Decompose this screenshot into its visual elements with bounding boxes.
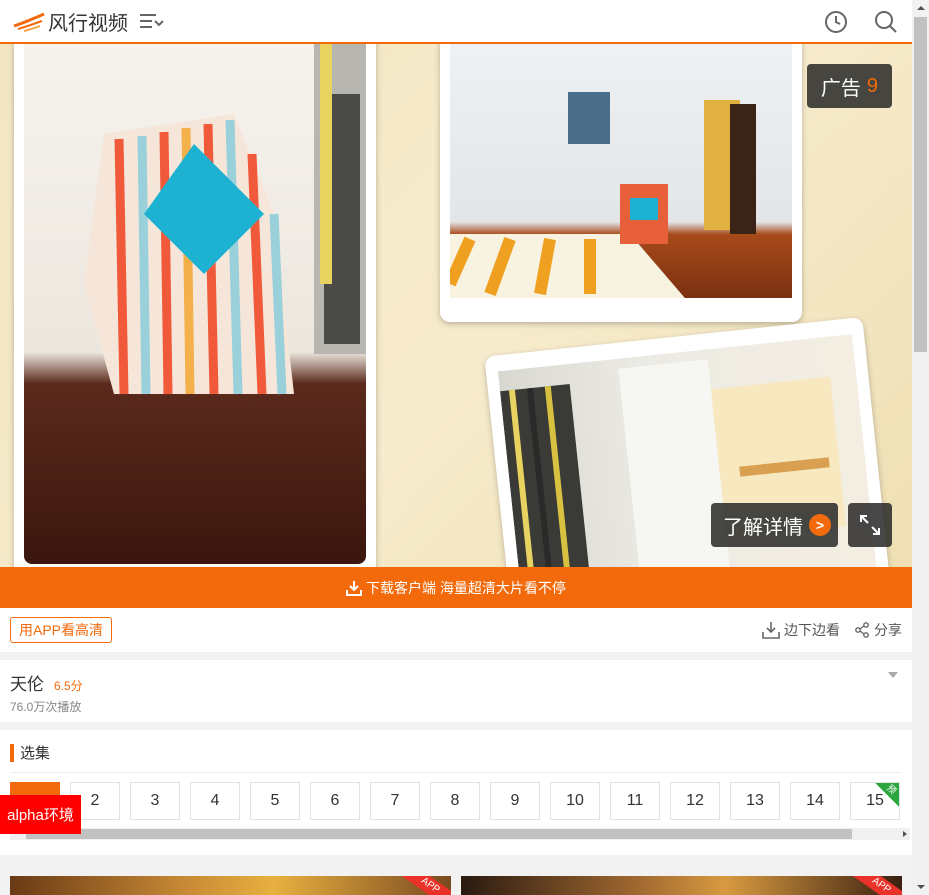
search-icon[interactable] xyxy=(874,10,898,34)
episode-item-6[interactable]: 6 xyxy=(310,782,360,820)
episode-list: 2 3 4 5 6 7 8 9 10 11 12 13 14 15 预 xyxy=(10,782,900,820)
learn-more-button[interactable]: 了解详情 > xyxy=(711,503,838,547)
page-scrollbar[interactable] xyxy=(912,0,929,895)
scroll-up-icon[interactable] xyxy=(917,6,925,10)
episode-item-4[interactable]: 4 xyxy=(190,782,240,820)
app-hd-button[interactable]: 用APP看高清 xyxy=(10,617,113,643)
episode-item-8[interactable]: 8 xyxy=(430,782,480,820)
video-title: 天伦 xyxy=(10,675,44,694)
episode-item-3[interactable]: 3 xyxy=(130,782,180,820)
ad-photo-armchair xyxy=(14,44,376,567)
episode-item-10[interactable]: 10 xyxy=(550,782,600,820)
download-watch-button[interactable]: 边下边看 xyxy=(762,620,840,640)
episode-selector: 选集 2 3 4 5 6 7 8 9 10 11 12 13 14 15 预 xyxy=(0,730,912,855)
top-header: 风行视频 xyxy=(0,0,912,44)
scroll-right-icon[interactable] xyxy=(903,831,907,837)
episode-item-7[interactable]: 7 xyxy=(370,782,420,820)
arrow-right-icon: > xyxy=(809,514,831,536)
download-icon xyxy=(762,622,780,639)
section-accent-bar xyxy=(10,743,14,762)
episode-scrollbar[interactable] xyxy=(10,828,910,840)
ad-countdown-badge: 广告 9 xyxy=(806,64,892,108)
app-tag: APP xyxy=(847,876,902,895)
recommend-thumb-1[interactable]: APP xyxy=(10,876,451,895)
episode-item-11[interactable]: 11 xyxy=(610,782,660,820)
episode-item-14[interactable]: 14 xyxy=(790,782,840,820)
armchair-illustration xyxy=(84,44,366,395)
room-illustration xyxy=(450,92,756,298)
share-icon xyxy=(855,622,869,638)
download-icon xyxy=(346,580,363,596)
scroll-down-icon[interactable] xyxy=(917,885,925,889)
recommend-thumb-2[interactable]: APP xyxy=(461,876,902,895)
scrollbar-thumb[interactable] xyxy=(914,17,927,352)
list-menu-icon[interactable] xyxy=(138,10,166,32)
environment-badge: alpha环境 xyxy=(0,795,81,834)
logo-text: 风行视频 xyxy=(48,12,128,35)
scrollbar-thumb[interactable] xyxy=(26,829,852,839)
share-label: 分享 xyxy=(874,622,902,638)
episode-section-title: 选集 xyxy=(20,745,51,762)
app-tag: APP xyxy=(396,876,451,895)
ad-label: 广告 xyxy=(820,77,861,100)
video-player[interactable]: 广告 9 了解详情 > xyxy=(0,44,912,567)
video-info-card: 天伦 6.5分 76.0万次播放 xyxy=(0,660,912,722)
play-count: 76.0万次播放 xyxy=(10,700,82,714)
episode-item-12[interactable]: 12 xyxy=(670,782,720,820)
ad-countdown: 9 xyxy=(866,74,878,97)
video-score: 6.5分 xyxy=(54,679,83,693)
episode-item-5[interactable]: 5 xyxy=(250,782,300,820)
clock-icon[interactable] xyxy=(824,10,848,34)
episode-item-9[interactable]: 9 xyxy=(490,782,540,820)
video-toolbar: 用APP看高清 边下边看 分享 xyxy=(0,608,912,652)
expand-down-icon[interactable] xyxy=(888,672,898,678)
download-banner-label: 下载客户端 海量超清大片看不停 xyxy=(366,579,566,596)
logo-icon xyxy=(13,12,45,32)
download-watch-label: 边下边看 xyxy=(784,622,840,638)
episode-item-15[interactable]: 15 预 xyxy=(850,782,900,820)
share-button[interactable]: 分享 xyxy=(854,620,902,640)
download-client-banner[interactable]: 下载客户端 海量超清大片看不停 xyxy=(0,567,912,608)
divider xyxy=(10,772,902,773)
episode-number: 15 xyxy=(866,792,884,809)
fullscreen-icon xyxy=(860,515,880,535)
ad-photo-room xyxy=(440,44,802,322)
fullscreen-button[interactable] xyxy=(848,503,892,547)
learn-more-label: 了解详情 xyxy=(723,516,803,539)
logo[interactable]: 风行视频 xyxy=(12,7,128,36)
episode-item-13[interactable]: 13 xyxy=(730,782,780,820)
